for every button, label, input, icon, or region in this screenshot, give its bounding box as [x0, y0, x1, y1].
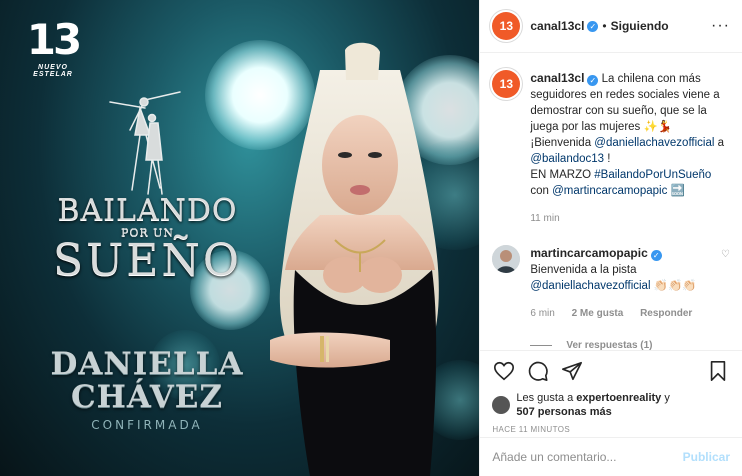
commenter-avatar[interactable]	[492, 245, 521, 273]
logo-subtitle: NUEVO ESTELAR	[33, 64, 73, 78]
likes-count[interactable]: 507 personas más	[516, 406, 611, 418]
like-comment-heart-icon[interactable]: ♡	[721, 249, 730, 322]
caption-body-4: !	[604, 153, 611, 165]
caption-avatar[interactable]: 13	[492, 70, 521, 98]
verified-badge-icon: ✓	[650, 250, 662, 261]
add-comment-bar: Añade un comentario... Publicar	[480, 437, 742, 476]
post-image[interactable]: 13 NUEVO ESTELAR BAILANDO POR UN SUEÑO D…	[0, 0, 480, 476]
channel-logo: 13 NUEVO ESTELAR	[22, 15, 84, 79]
mention-link[interactable]: @martincarcamopapic	[552, 185, 667, 197]
show-title-line-3: SUEÑO	[53, 235, 242, 286]
replies-line	[530, 345, 553, 346]
caption-username[interactable]: canal13cl	[530, 71, 584, 85]
comment-meta: 6 min 2 Me gusta Responder	[530, 306, 715, 322]
mention-link[interactable]: @daniellachavezofficial	[530, 280, 650, 292]
post-header: 13 canal13cl ✓ • Siguiendo ···	[480, 0, 742, 53]
guest-first-name: DANIELLA	[50, 346, 244, 382]
publish-button[interactable]: Publicar	[683, 450, 730, 464]
verified-badge-icon: ✓	[587, 20, 599, 32]
comment-input[interactable]: Añade un comentario...	[492, 450, 682, 464]
hashtag-link[interactable]: #BailandoPorUnSueño	[594, 169, 711, 181]
reply-button[interactable]: Responder	[640, 308, 692, 319]
caption-text: canal13cl ✓ La chilena con más seguidores…	[530, 70, 730, 227]
post-sidebar: 13 canal13cl ✓ • Siguiendo ··· 13 canal1…	[479, 0, 742, 476]
caption: 13 canal13cl ✓ La chilena con más seguido…	[492, 70, 730, 227]
comment-body-2: 👏🏻👏🏻👏🏻	[650, 280, 697, 292]
bookmark-icon[interactable]	[706, 359, 730, 383]
view-replies-button[interactable]: Ver respuestas (1)	[530, 340, 730, 350]
more-options-icon[interactable]: ···	[711, 17, 730, 35]
woman-portrait	[270, 42, 439, 476]
comment-time[interactable]: 6 min	[530, 308, 554, 319]
comment-icon[interactable]	[526, 359, 550, 383]
following-button[interactable]: Siguiendo	[611, 19, 669, 33]
show-title-line-1: BAILANDO	[57, 193, 238, 228]
caption-body-2: ¡Bienvenida	[530, 137, 595, 149]
caption-body-5: EN MARZO	[530, 169, 595, 181]
author-avatar[interactable]: 13	[492, 12, 521, 40]
guest-last-name: CHÁVEZ	[70, 379, 224, 415]
guest-status: CONFIRMADA	[91, 418, 203, 432]
caption-body-7: 🔜	[667, 185, 685, 197]
author-username[interactable]: canal13cl	[530, 19, 584, 33]
comments-area[interactable]: 13 canal13cl ✓ La chilena con más seguido…	[480, 53, 742, 350]
liker-username[interactable]: expertoenreality	[576, 392, 661, 404]
caption-body-3: a	[714, 137, 725, 149]
likes-prefix: Les gusta a	[516, 392, 577, 404]
comment: martincarcamopapic ✓ Bienvenida a la pist…	[492, 245, 730, 322]
view-replies-label: Ver respuestas (1)	[566, 340, 653, 350]
commenter-username[interactable]: martincarcamopapic	[530, 246, 647, 260]
separator-dot: •	[602, 19, 607, 33]
mention-link[interactable]: @bailandoc13	[530, 153, 604, 165]
share-icon[interactable]	[560, 359, 584, 383]
caption-meta: 11 min	[530, 211, 730, 227]
ballet-dancers-illustration	[109, 91, 181, 195]
heart-icon[interactable]	[492, 359, 516, 383]
post-timestamp[interactable]: HACE 11 MINUTOS	[492, 425, 730, 434]
person-icon	[492, 245, 521, 273]
comment-likes[interactable]: 2 Me gusta	[572, 308, 624, 319]
guest-name-block: DANIELLA CHÁVEZ CONFIRMADA	[42, 346, 252, 433]
likes-summary: Les gusta a expertoenreality y 507 perso…	[492, 391, 730, 419]
action-icons	[492, 357, 730, 385]
logo-number: 13	[26, 15, 82, 64]
mention-link[interactable]: @daniellachavezofficial	[594, 137, 714, 149]
comment-text: martincarcamopapic ✓ Bienvenida a la pist…	[530, 245, 715, 322]
likes-mid: y	[661, 392, 670, 404]
comment-body: Bienvenida a la pista	[530, 264, 637, 276]
caption-time[interactable]: 11 min	[530, 213, 559, 224]
caption-body-6: con	[530, 185, 553, 197]
show-title: BAILANDO POR UN SUEÑO	[40, 195, 255, 283]
liker-avatar[interactable]	[492, 396, 511, 414]
action-bar: Les gusta a expertoenreality y 507 perso…	[480, 350, 742, 434]
verified-badge-icon: ✓	[587, 75, 599, 86]
